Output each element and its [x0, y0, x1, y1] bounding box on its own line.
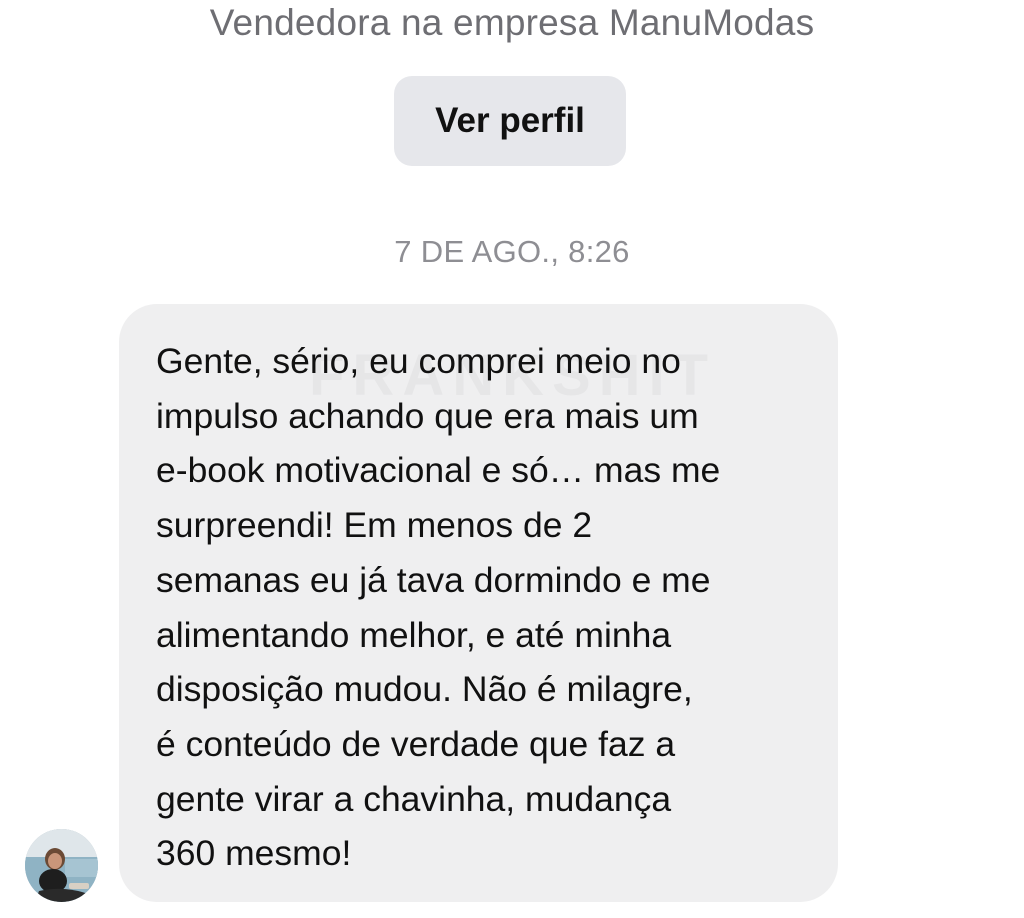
message-text-line: e-book motivacional e só… mas me	[156, 450, 721, 491]
view-profile-button[interactable]: Ver perfil	[394, 76, 626, 166]
message-text-line: surpreendi! Em menos de 2	[156, 505, 593, 546]
message-text-line: impulso achando que era mais um	[156, 395, 699, 436]
message-text-line: 360 mesmo!	[156, 833, 352, 874]
user-avatar[interactable]	[25, 829, 98, 902]
avatar-photo-icon	[25, 829, 98, 902]
message-text-line: semanas eu já tava dormindo e me	[156, 559, 711, 600]
message-text-line: Gente, sério, eu comprei meio no	[156, 341, 681, 381]
profile-subtitle: Vendedora na empresa ManuModas	[209, 2, 815, 43]
message-text-line: gente virar a chavinha, mudança	[156, 778, 672, 819]
message-text-line: alimentando melhor, e até minha	[156, 614, 672, 655]
message-text-line: disposição mudou. Não é milagre,	[156, 669, 693, 710]
message-timestamp: 7 DE AGO., 8:26	[394, 234, 630, 269]
message-text-line: é conteúdo de verdade que faz a	[156, 723, 676, 764]
message-bubble[interactable]: FRANKSHIT Gente, sério, eu comprei meio …	[119, 304, 838, 902]
